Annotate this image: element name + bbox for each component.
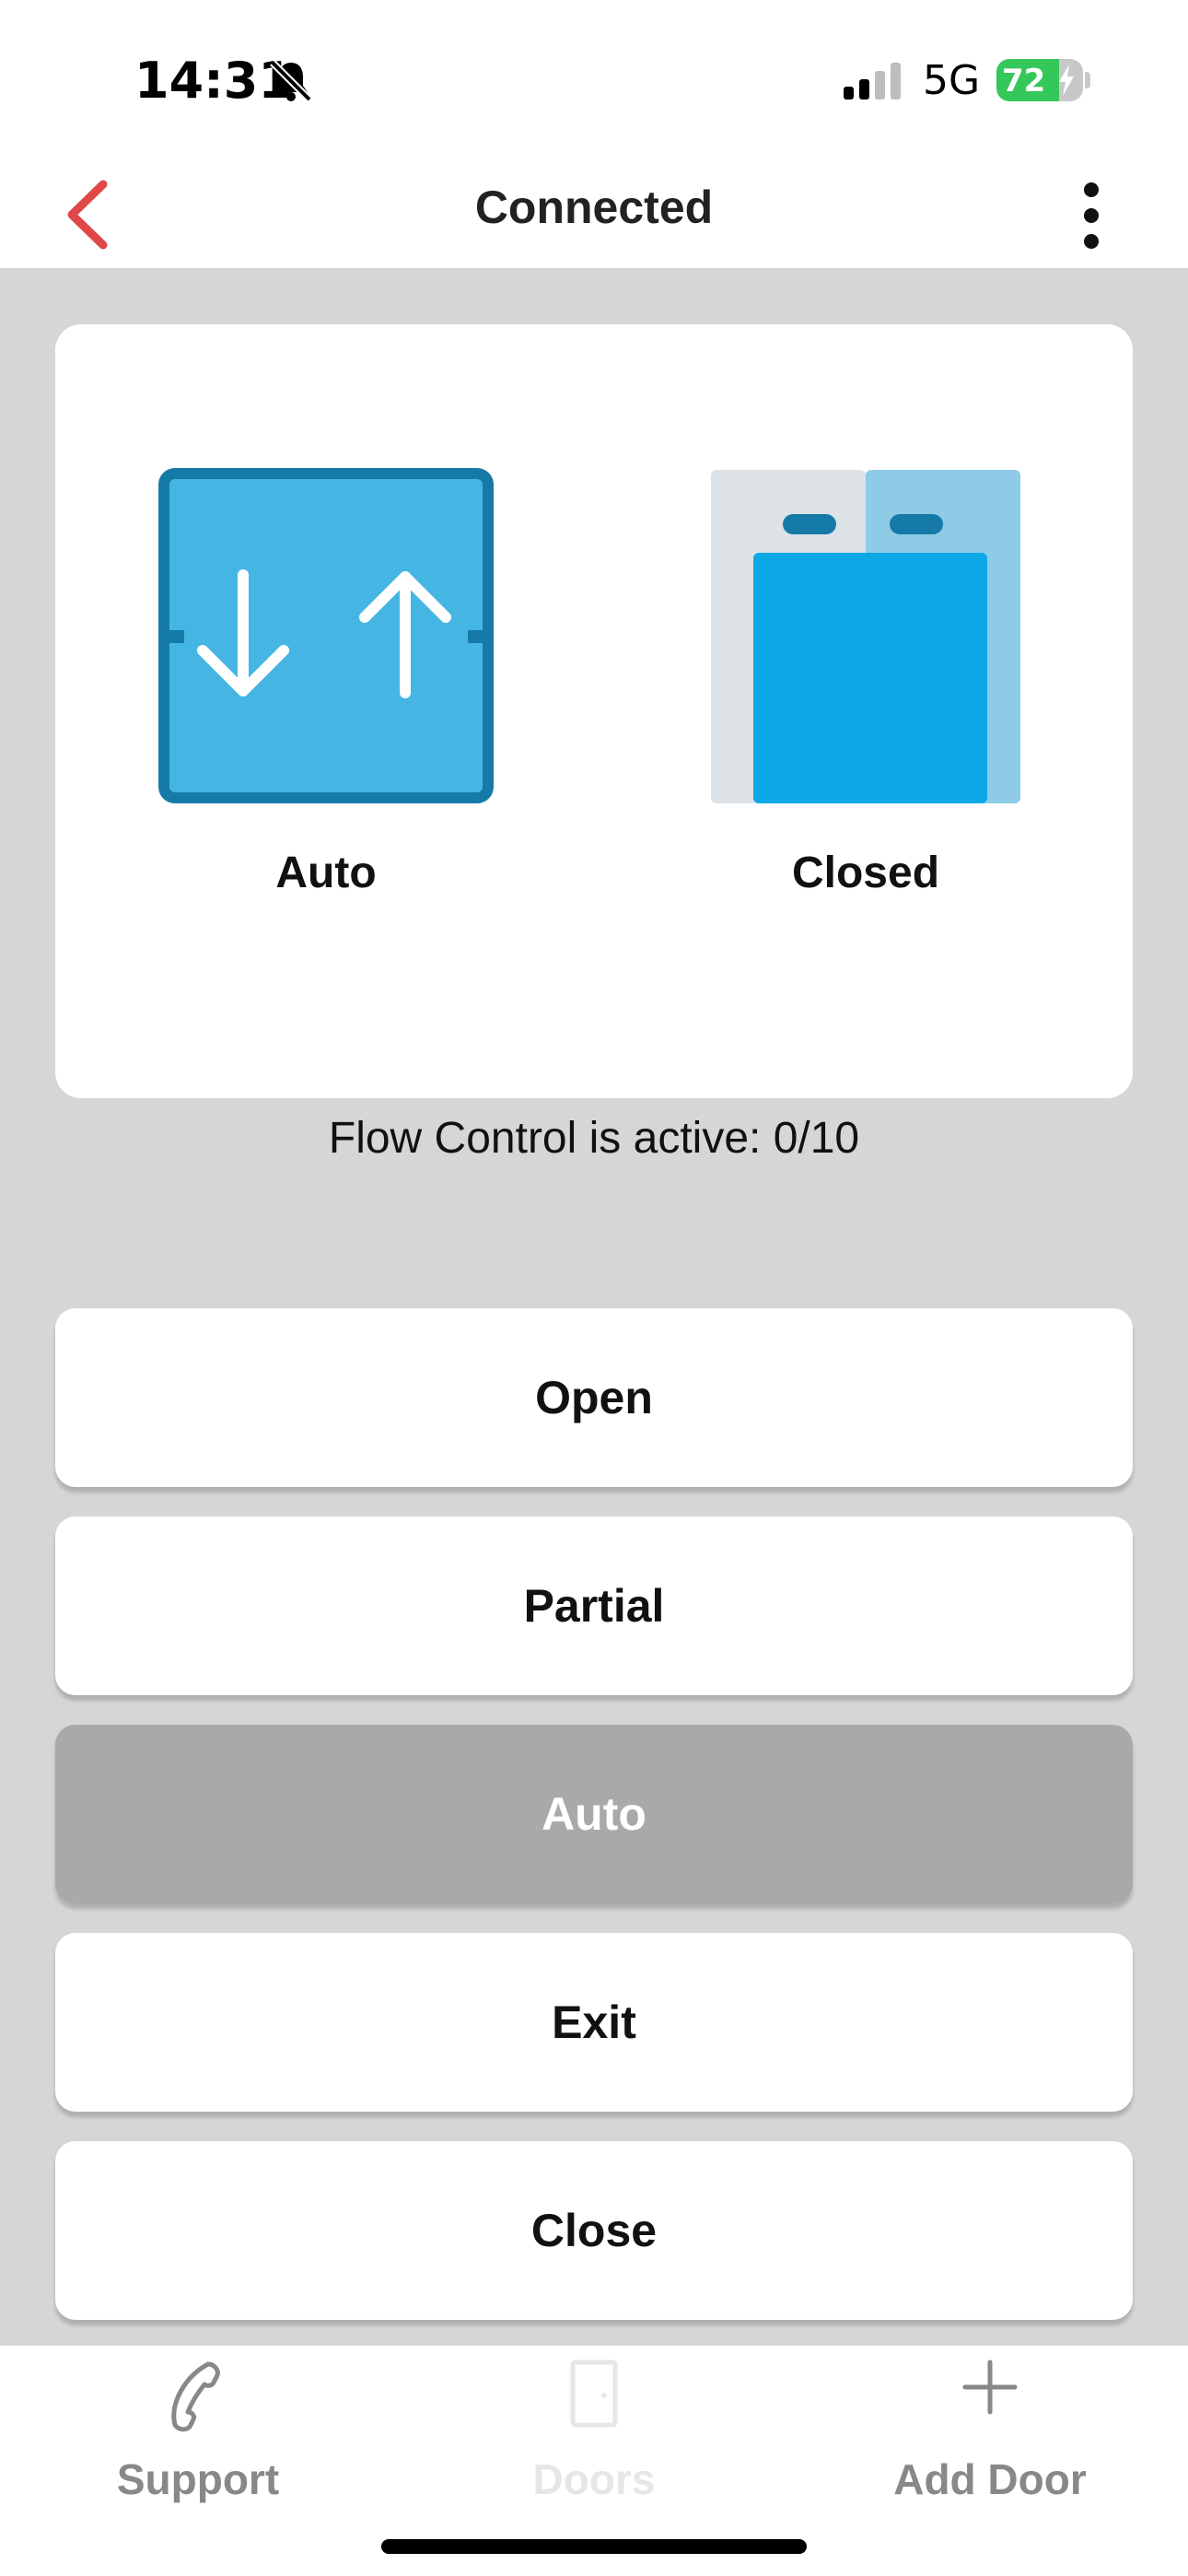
tab-doors-label: Doors bbox=[532, 2455, 656, 2503]
door-state-label: Closed bbox=[791, 849, 940, 897]
open-button[interactable]: Open bbox=[55, 1308, 1133, 1487]
tab-add-door-label: Add Door bbox=[893, 2455, 1087, 2503]
partial-button[interactable]: Partial bbox=[55, 1516, 1133, 1695]
status-bar: 14:31 5G 72 bbox=[0, 0, 1188, 157]
exit-button[interactable]: Exit bbox=[55, 1933, 1133, 2112]
closed-door-icon bbox=[711, 470, 1020, 803]
door-icon bbox=[570, 2359, 618, 2428]
tab-support-label: Support bbox=[116, 2455, 280, 2503]
auto-mode-arrows-icon bbox=[158, 468, 494, 803]
page-title: Connected bbox=[474, 181, 714, 233]
battery-percent: 72 bbox=[1002, 63, 1046, 100]
signal-icon bbox=[844, 63, 901, 100]
auto-button[interactable]: Auto bbox=[55, 1725, 1133, 1903]
battery-charging-icon: 72 bbox=[996, 59, 1083, 101]
battery-nub bbox=[1085, 72, 1090, 88]
mode-label: Auto bbox=[275, 849, 377, 897]
more-options-button[interactable] bbox=[1068, 181, 1114, 251]
close-button[interactable]: Close bbox=[55, 2141, 1133, 2320]
home-indicator[interactable] bbox=[381, 2539, 807, 2554]
plus-icon bbox=[962, 2359, 1018, 2415]
door-status-card: Auto Closed bbox=[55, 324, 1133, 1098]
flow-control-status: Flow Control is active: 0/10 bbox=[328, 1114, 860, 1163]
bolt-icon bbox=[1059, 64, 1074, 96]
tab-support[interactable]: Support bbox=[101, 2346, 295, 2512]
network-type: 5G bbox=[923, 57, 981, 104]
tab-add-door[interactable]: Add Door bbox=[875, 2346, 1105, 2512]
tab-doors[interactable]: Doors bbox=[497, 2346, 691, 2512]
nav-bar: Connected bbox=[0, 157, 1188, 269]
phone-icon bbox=[171, 2361, 220, 2432]
bell-slash-icon bbox=[270, 60, 312, 102]
